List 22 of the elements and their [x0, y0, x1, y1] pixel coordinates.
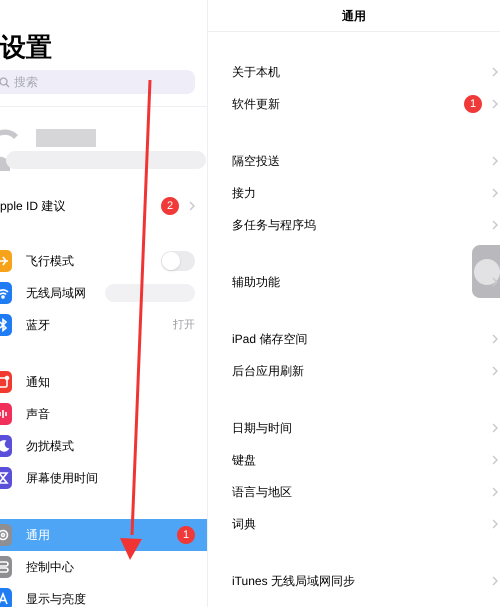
sidebar-item[interactable]: 通用 1	[0, 519, 207, 551]
settings-row-label[interactable]: 软件更新	[232, 95, 280, 113]
settings-row-label[interactable]: 语言与地区	[232, 483, 292, 501]
apple-id-label[interactable]: pple ID 建议	[0, 197, 66, 215]
settings-row-label[interactable]: 辅助功能	[232, 273, 280, 291]
count-badge: 1	[464, 95, 482, 113]
status-value: 打开	[173, 318, 195, 333]
count-badge: 1	[177, 526, 195, 544]
page-title: 通用	[342, 8, 366, 24]
settings-title: 设置	[0, 32, 52, 62]
settings-row-label[interactable]: 接力	[232, 184, 256, 202]
search-field[interactable]: 搜索	[0, 70, 195, 94]
settings-row-label[interactable]: 词典	[232, 515, 256, 533]
settings-row-label[interactable]: 日期与时间	[232, 419, 292, 437]
settings-row-label[interactable]: iTunes 无线局域网同步	[232, 572, 355, 590]
settings-row-label[interactable]: 后台应用刷新	[232, 362, 304, 380]
settings-row-label[interactable]: iPad 储存空间	[232, 330, 308, 348]
settings-row-label[interactable]: 多任务与程序坞	[232, 216, 316, 234]
settings-row-label[interactable]: 关于本机	[232, 63, 280, 81]
settings-row-label[interactable]: 键盘	[232, 451, 256, 469]
settings-row-label[interactable]: 隔空投送	[232, 152, 280, 170]
count-badge: 2	[161, 197, 179, 215]
